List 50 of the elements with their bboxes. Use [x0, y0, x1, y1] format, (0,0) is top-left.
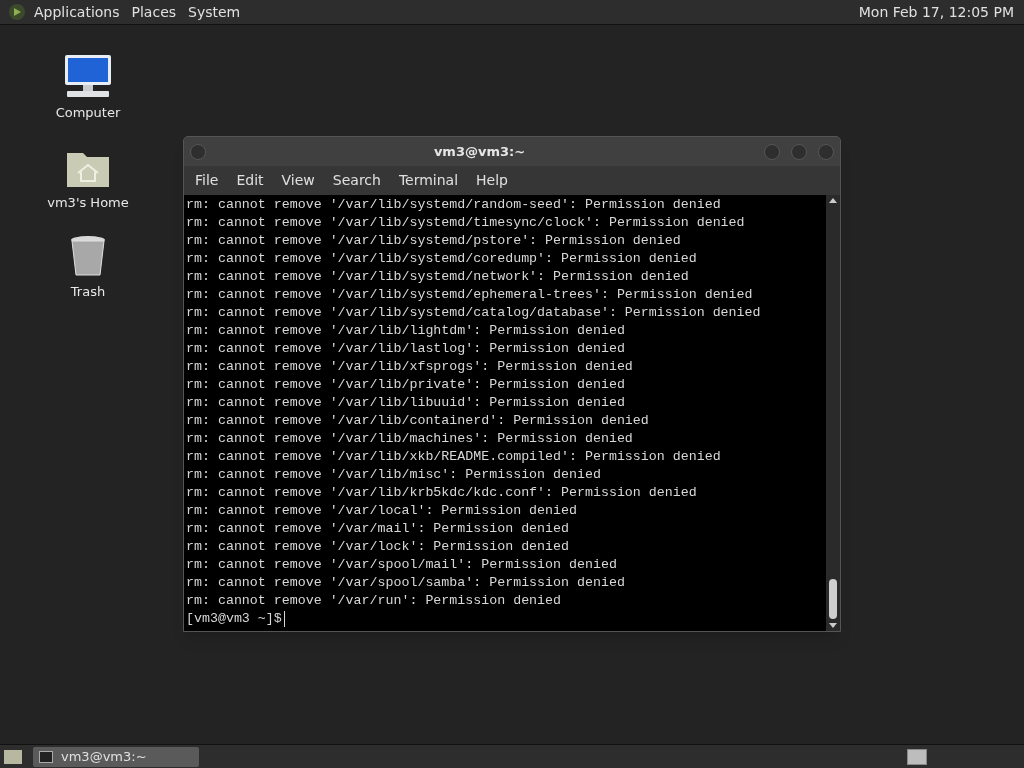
scroll-down-icon[interactable]	[829, 623, 837, 628]
panel-menu[interactable]: Places	[131, 1, 177, 23]
menu-item[interactable]: Edit	[228, 170, 272, 191]
workspace-switcher[interactable]	[907, 748, 927, 765]
panel-menu[interactable]: Applications	[34, 1, 120, 23]
taskbar-button[interactable]: vm3@vm3:~	[33, 746, 199, 767]
scrollbar[interactable]	[826, 195, 840, 631]
output-line: rm: cannot remove '/var/local': Permission denied	[186, 502, 578, 520]
output-line: rm: cannot remove '/var/spool/samba': Permission denied	[186, 574, 626, 592]
output-line: rm: cannot remove '/var/mail': Permission denied	[186, 520, 570, 538]
desktop-icon-label[interactable]: Trash	[70, 282, 106, 302]
menu-item[interactable]: File	[187, 170, 227, 191]
shell-prompt: [vm3@vm3 ~]$	[186, 610, 282, 628]
output-line: rm: cannot remove '/var/lib/systemd/pstore': Permission denied	[186, 232, 682, 250]
output-line: rm: cannot remove '/var/lib/xfsprogs': Permission denied	[186, 358, 634, 376]
output-line: rm: cannot remove '/var/run': Permission denied	[186, 592, 563, 610]
output-line: rm: cannot remove '/var/lib/containerd': Permission denied	[186, 412, 650, 430]
scrollbar-thumb[interactable]	[829, 579, 837, 619]
menu-item[interactable]: Search	[324, 170, 389, 191]
output-line: rm: cannot remove '/var/lib/systemd/catalog/database': Permission denied	[186, 304, 762, 322]
output-line: rm: cannot remove '/var/lib/lastlog': Permission denied	[186, 340, 626, 358]
distro-logo-icon[interactable]	[8, 3, 26, 21]
window-title: vm3@vm3:~	[432, 142, 527, 161]
output-line: rm: cannot remove '/var/lib/systemd/random-seed': Permission denied	[186, 196, 722, 214]
scroll-up-icon[interactable]	[829, 198, 837, 203]
menu-item[interactable]: View	[273, 170, 323, 191]
panel-menu[interactable]: System	[188, 1, 241, 23]
output-line: rm: cannot remove '/var/lib/systemd/coredump': Permission denied	[186, 250, 698, 268]
menu-item[interactable]: Help	[468, 170, 516, 191]
desktop-icon-label[interactable]: Computer	[55, 103, 121, 123]
output-line: rm: cannot remove '/var/lib/machines': Permission denied	[186, 430, 634, 448]
output-line: rm: cannot remove '/var/lib/libuuid': Permission denied	[186, 394, 626, 412]
desktop-icon-label[interactable]: vm3's Home	[47, 192, 129, 212]
terminal-icon	[39, 750, 53, 763]
output-line: rm: cannot remove '/var/lock': Permission denied	[186, 538, 570, 556]
text-cursor	[283, 611, 285, 627]
output-line: rm: cannot remove '/var/lib/systemd/network': Permission denied	[186, 268, 690, 286]
menu-item[interactable]: Terminal	[390, 170, 467, 191]
output-line: rm: cannot remove '/var/lib/systemd/ephemeral-trees': Permission denied	[186, 286, 754, 304]
output-line: rm: cannot remove '/var/lib/misc': Permission denied	[186, 466, 602, 484]
output-line: rm: cannot remove '/var/spool/mail': Permission denied	[186, 556, 618, 574]
panel-clock[interactable]: Mon Feb 17, 12:05 PM	[858, 1, 1014, 23]
output-line: rm: cannot remove '/var/lib/private': Permission denied	[186, 376, 626, 394]
show-desktop-icon[interactable]	[3, 747, 23, 766]
output-line: rm: cannot remove '/var/lib/systemd/timesync/clock': Permission denied	[186, 214, 746, 232]
trash-icon	[69, 234, 107, 278]
output-line: rm: cannot remove '/var/lib/xkb/README.compiled': Permission denied	[186, 448, 722, 466]
output-line: rm: cannot remove '/var/lib/krb5kdc/kdc.conf': Permission denied	[186, 484, 698, 502]
output-line: rm: cannot remove '/var/lib/lightdm': Permission denied	[186, 322, 626, 340]
computer-icon	[63, 53, 113, 99]
